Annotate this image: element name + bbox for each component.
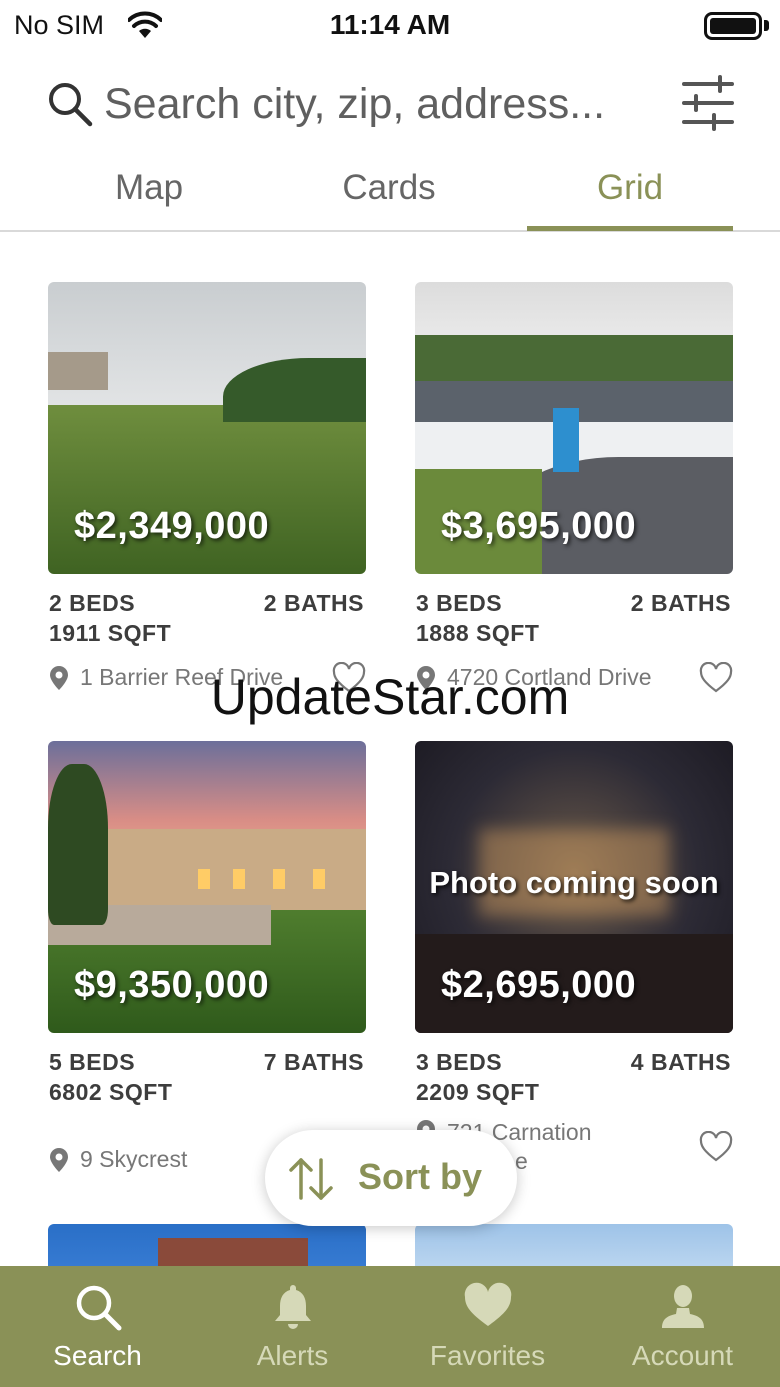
nav-item-favorites[interactable]: Favorites [390, 1266, 585, 1387]
listing-sqft: 1888 SQFT [416, 620, 540, 646]
search-icon [76, 1285, 122, 1331]
listing-address-line2: e [515, 1148, 528, 1174]
listing-photo[interactable]: $9,350,000 [48, 741, 366, 1033]
listing-card[interactable]: $2,349,000 2 BEDS 2 BATHS 1911 SQFT 1 Ba… [48, 282, 366, 693]
sort-button[interactable]: Sort by [265, 1130, 517, 1226]
listing-beds: 2 BEDS [49, 590, 136, 616]
view-tabs: Map Cards Grid [0, 150, 780, 232]
photo-coming-soon-label: Photo coming soon [429, 865, 719, 900]
listing-sqft: 6802 SQFT [49, 1079, 173, 1105]
listing-card[interactable]: $9,350,000 5 BEDS 7 BATHS 6802 SQFT 9 Sk… [48, 741, 366, 1172]
listing-beds: 5 BEDS [49, 1049, 136, 1075]
watermark: UpdateStar.com [210, 669, 570, 725]
filter-icon[interactable] [680, 74, 736, 132]
listing-sqft: 1911 SQFT [49, 620, 172, 646]
listing-price: $2,349,000 [74, 505, 270, 547]
sort-arrows-icon [289, 1158, 333, 1200]
nav-label: Favorites [429, 1340, 546, 1371]
bottom-navigation: Search Alerts Favorites Account [0, 1266, 780, 1387]
listing-photo[interactable]: Photo coming soon $2,695,000 [415, 741, 733, 1033]
person-icon [662, 1285, 704, 1328]
favorite-heart-icon[interactable] [699, 1131, 733, 1163]
active-tab-indicator [527, 226, 733, 231]
nav-label: Account [631, 1340, 734, 1371]
listing-sqft: 2209 SQFT [416, 1079, 540, 1105]
listing-price: $9,350,000 [74, 964, 270, 1006]
clock: 11:14 AM [329, 9, 451, 40]
nav-item-alerts[interactable]: Alerts [195, 1266, 390, 1387]
nav-item-search[interactable]: Search [0, 1266, 195, 1387]
heart-icon [464, 1282, 512, 1326]
listing-address: 9 Skycrest [80, 1146, 188, 1172]
nav-item-account[interactable]: Account [585, 1266, 780, 1387]
listing-price: $3,695,000 [441, 505, 637, 547]
location-pin-icon [50, 1148, 68, 1172]
search-input[interactable] [104, 74, 664, 134]
nav-label: Alerts [256, 1340, 329, 1371]
listing-photo[interactable]: $3,695,000 [415, 282, 733, 574]
nav-label: Search [53, 1340, 142, 1371]
search-icon[interactable] [46, 80, 94, 128]
listing-baths: 7 BATHS [263, 1049, 364, 1075]
status-bar: No SIM 11:14 AM [0, 0, 780, 52]
sort-label: Sort by [358, 1156, 483, 1197]
bell-icon [275, 1285, 311, 1329]
listing-card[interactable]: $3,695,000 3 BEDS 2 BATHS 1888 SQFT 4720… [415, 282, 733, 693]
listing-price: $2,695,000 [441, 964, 637, 1006]
listing-photo[interactable]: $2,349,000 [48, 282, 366, 574]
listing-beds: 3 BEDS [416, 1049, 503, 1075]
tab-cards[interactable]: Cards [286, 168, 492, 208]
listing-baths: 4 BATHS [630, 1049, 731, 1075]
battery-tip [764, 20, 769, 31]
tab-grid[interactable]: Grid [527, 168, 733, 208]
battery-icon [704, 12, 762, 40]
listing-baths: 2 BATHS [263, 590, 364, 616]
listing-beds: 3 BEDS [416, 590, 503, 616]
tab-map[interactable]: Map [46, 168, 252, 208]
listing-baths: 2 BATHS [630, 590, 731, 616]
listing-card[interactable]: Photo coming soon $2,695,000 3 BEDS 4 BA… [415, 741, 733, 1174]
